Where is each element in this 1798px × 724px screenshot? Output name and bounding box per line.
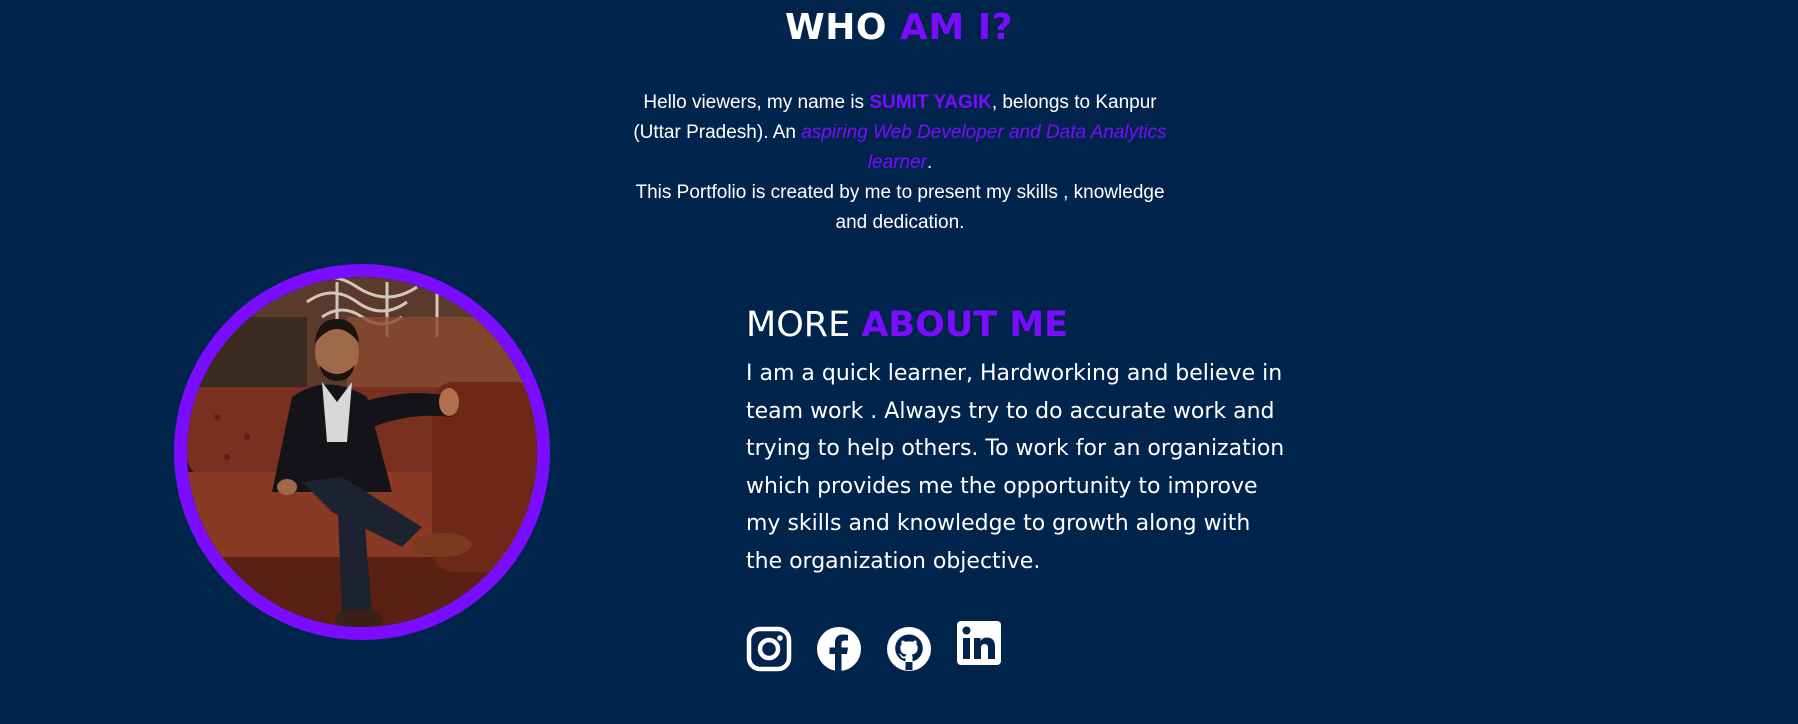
about-title-white: MORE bbox=[746, 305, 851, 345]
github-link[interactable] bbox=[886, 626, 932, 672]
linkedin-icon bbox=[957, 621, 1001, 665]
github-icon bbox=[887, 627, 931, 671]
intro-role: aspiring Web Developer and Data Analytic… bbox=[801, 122, 1167, 173]
profile-photo-illustration bbox=[187, 277, 537, 627]
intro-name: SUMIT YAGIK bbox=[869, 92, 992, 113]
section-title-accent: AM I? bbox=[900, 7, 1013, 48]
facebook-link[interactable] bbox=[816, 626, 862, 672]
profile-photo-frame bbox=[174, 264, 550, 640]
who-am-i-section: WHO AM I? Hello viewers, my name is SUMI… bbox=[0, 0, 1798, 724]
about-title: MORE ABOUT ME bbox=[746, 300, 1068, 350]
intro-text-start: Hello viewers, my name is bbox=[643, 92, 870, 113]
about-paragraph: I am a quick learner, Hardworking and be… bbox=[746, 361, 1285, 574]
about-title-accent: ABOUT ME bbox=[861, 305, 1069, 345]
profile-photo bbox=[187, 277, 537, 627]
linkedin-link[interactable] bbox=[956, 620, 1002, 666]
section-title-white: WHO bbox=[785, 7, 887, 48]
intro-line-two: This Portfolio is created by me to prese… bbox=[635, 182, 1165, 233]
social-links bbox=[746, 620, 1002, 672]
instagram-icon bbox=[746, 626, 792, 672]
section-title: WHO AM I? bbox=[0, 4, 1798, 52]
instagram-link[interactable] bbox=[746, 626, 792, 672]
intro-text-end: . bbox=[926, 152, 933, 173]
intro-paragraph: Hello viewers, my name is SUMIT YAGIK, b… bbox=[618, 88, 1182, 238]
facebook-icon bbox=[817, 627, 861, 671]
